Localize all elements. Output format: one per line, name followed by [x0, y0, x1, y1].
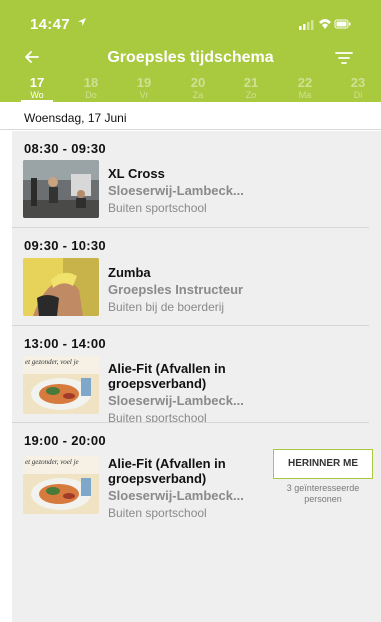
session-trainer: Sloeserwij-Lambeck... [108, 393, 244, 408]
day-number: 23 [350, 75, 366, 90]
session-trainer: Sloeserwij-Lambeck... [108, 488, 244, 503]
filter-icon[interactable] [333, 48, 355, 68]
day-name: Di [353, 90, 363, 100]
day-name: Wo [30, 90, 44, 100]
session-location: Buiten bij de boerderij [108, 300, 225, 314]
title-bar: Groepsles tijdschema [0, 44, 381, 74]
session-time: 09:30 - 10:30 [24, 238, 106, 253]
thumbnail-text: et gezonder, voel je [25, 358, 79, 366]
day-name: Zo [245, 90, 257, 100]
date-label: Woensdag, 17 Juni [24, 111, 127, 125]
day-tab-23[interactable]: 23 Di [338, 75, 378, 101]
session-list: 08:30 - 09:30 XL Cross Sloeserwij-Lambec… [12, 131, 381, 622]
status-time: 14:47 [30, 16, 70, 33]
day-tab-19[interactable]: 19 Vr [124, 75, 164, 101]
remind-me-button[interactable]: HERINNER ME [273, 449, 373, 479]
day-number: 21 [243, 75, 259, 90]
session-name: XL Cross [108, 166, 165, 181]
day-selector: 17 Wo 18 Do 19 Vr 20 Za 21 Zo 22 Ma 23 D… [0, 76, 381, 102]
day-number: 17 [29, 75, 45, 90]
interested-count: 3 geïnteresseerde personen [286, 483, 360, 504]
session-info: Zumba Groepsles Instructeur Buiten bij d… [108, 265, 266, 315]
session-time: 19:00 - 20:00 [24, 433, 106, 448]
day-name: Za [192, 90, 204, 100]
day-name: Do [85, 90, 97, 100]
session-time: 08:30 - 09:30 [24, 141, 106, 156]
session-thumbnail: et gezonder, voel je [23, 356, 99, 414]
day-number: 22 [297, 75, 313, 90]
session-location: Buiten sportschool [108, 506, 207, 520]
day-tab-18[interactable]: 18 Do [71, 75, 111, 101]
session-item[interactable]: 08:30 - 09:30 XL Cross Sloeserwij-Lambec… [12, 131, 381, 228]
session-thumbnail [23, 258, 99, 316]
date-heading: Woensdag, 17 Juni [0, 106, 381, 130]
day-tab-22[interactable]: 22 Ma [285, 75, 325, 101]
session-thumbnail: et gezonder, voel je [23, 456, 99, 514]
active-day-indicator [21, 100, 53, 102]
day-number: 18 [83, 75, 99, 90]
day-tab-17[interactable]: 17 Wo [17, 75, 57, 102]
day-number: 20 [190, 75, 206, 90]
day-name: Ma [298, 90, 312, 100]
day-name: Vr [139, 90, 149, 100]
status-bar: 14:47 [0, 0, 381, 44]
app-header: 14:47 Groepsles tijdschema 17 Wo 18 Do 1… [0, 0, 381, 102]
session-name: Alie-Fit (Afvallen in groepsverband) [108, 361, 226, 391]
session-location: Buiten sportschool [108, 201, 207, 215]
session-name: Zumba [108, 265, 151, 280]
session-name: Alie-Fit (Afvallen in groepsverband) [108, 456, 226, 486]
day-tab-20[interactable]: 20 Za [178, 75, 218, 101]
session-trainer: Sloeserwij-Lambeck... [108, 183, 244, 198]
page-title: Groepsles tijdschema [107, 49, 274, 66]
session-info: Alie-Fit (Afvallen in groepsverband) Slo… [108, 361, 266, 426]
session-time: 13:00 - 14:00 [24, 336, 106, 351]
day-tab-21[interactable]: 21 Zo [231, 75, 271, 101]
session-item[interactable]: 13:00 - 14:00 et gezonder, voel je Alie-… [12, 326, 381, 426]
session-info: XL Cross Sloeserwij-Lambeck... Buiten sp… [108, 166, 266, 216]
session-item[interactable]: 09:30 - 10:30 Zumba Groepsles Instructeu… [12, 228, 381, 326]
location-arrow-icon [77, 15, 87, 30]
session-thumbnail [23, 160, 99, 218]
session-trainer: Groepsles Instructeur [108, 282, 244, 297]
signal-wifi-battery-icon [299, 17, 351, 31]
day-number: 19 [136, 75, 152, 90]
session-info: Alie-Fit (Afvallen in groepsverband) Slo… [108, 456, 266, 521]
thumbnail-text: et gezonder, voel je [25, 458, 79, 466]
